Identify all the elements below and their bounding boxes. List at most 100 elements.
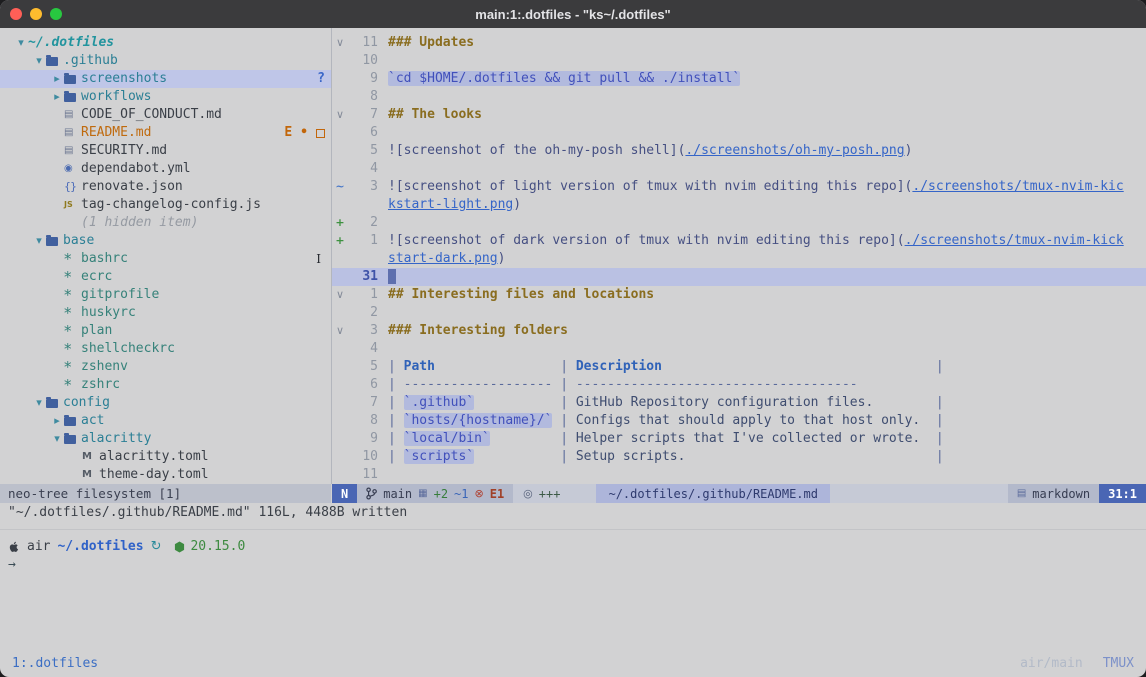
chevron-down-icon[interactable]: ▾ bbox=[50, 430, 64, 448]
tree-item-theme-day-toml[interactable]: Mtheme-day.toml bbox=[0, 466, 331, 484]
editor-line[interactable]: 11 bbox=[332, 466, 1146, 484]
tree-item-alacritty-toml[interactable]: Malacritty.toml bbox=[0, 448, 331, 466]
git-added-sign: + bbox=[332, 232, 348, 250]
tree-item-zshrc[interactable]: *zshrc bbox=[0, 376, 331, 394]
tree-item-ecrc[interactable]: *ecrc bbox=[0, 268, 331, 286]
editor-line[interactable]: 10 bbox=[332, 52, 1146, 70]
extra-status: ◎ +++ bbox=[513, 484, 570, 503]
sign-column bbox=[332, 340, 348, 358]
folder-icon bbox=[46, 399, 58, 408]
tree-item-plan[interactable]: *plan bbox=[0, 322, 331, 340]
tree-item-base[interactable]: ▾base bbox=[0, 232, 331, 250]
editor-line[interactable]: 7| `.github` | GitHub Repository configu… bbox=[332, 394, 1146, 412]
tree-item-readme-md[interactable]: ▤README.mdE• bbox=[0, 124, 331, 142]
editor-line[interactable]: kstart-light.png) bbox=[332, 196, 1146, 214]
expander-spacer bbox=[50, 178, 64, 196]
tree-item-config[interactable]: ▾ config bbox=[0, 394, 331, 412]
text-segment: start-dark.png bbox=[388, 251, 498, 266]
editor-line[interactable]: +2 bbox=[332, 214, 1146, 232]
chevron-down-icon[interactable]: ▾ bbox=[32, 232, 46, 250]
tmux-window-name[interactable]: 1:.dotfiles bbox=[12, 655, 98, 673]
close-button[interactable] bbox=[10, 8, 22, 20]
git-branch-name: main bbox=[383, 485, 412, 503]
tree-item-renovate-json[interactable]: {}renovate.json bbox=[0, 178, 331, 196]
shell-icon: * bbox=[64, 286, 81, 304]
line-number: 1 bbox=[348, 232, 378, 250]
chevron-right-icon[interactable]: ▸ bbox=[50, 70, 64, 88]
editor-line[interactable]: ∨3### Interesting folders bbox=[332, 322, 1146, 340]
text-segment: Setup scripts. bbox=[576, 449, 686, 464]
pane-horizontal-separator[interactable] bbox=[0, 529, 1146, 530]
line-number bbox=[348, 250, 378, 268]
editor-line[interactable]: 9`cd $HOME/.dotfiles && git pull && ./in… bbox=[332, 70, 1146, 88]
prompt-continuation[interactable]: → bbox=[0, 556, 1146, 574]
minimize-button[interactable] bbox=[30, 8, 42, 20]
tree-item-github[interactable]: ▾.github bbox=[0, 52, 331, 70]
line-number: 8 bbox=[348, 412, 378, 430]
editor-line[interactable]: ∨11### Updates bbox=[332, 34, 1146, 52]
editor-line[interactable]: 9| `local/bin` | Helper scripts that I'v… bbox=[332, 430, 1146, 448]
tree-item-dotfiles[interactable]: ▾~/.dotfiles bbox=[0, 34, 331, 52]
text-segment: ------------------- bbox=[404, 377, 561, 392]
editor-line[interactable]: 5| Path | Description | bbox=[332, 358, 1146, 376]
editor-line[interactable]: 8 bbox=[332, 88, 1146, 106]
editor-line[interactable]: 31 bbox=[332, 268, 1146, 286]
text-segment: `cd $HOME/.dotfiles && git pull && ./ins… bbox=[388, 71, 740, 86]
tree-item-shellcheckrc[interactable]: *shellcheckrc bbox=[0, 340, 331, 358]
prompt-path: ~/.dotfiles bbox=[57, 538, 143, 556]
tree-item-screenshots[interactable]: ▸screenshots? bbox=[0, 70, 331, 88]
chevron-right-icon[interactable]: ▸ bbox=[50, 88, 64, 106]
editor-line[interactable]: start-dark.png) bbox=[332, 250, 1146, 268]
shell-pane[interactable]: air ~/.dotfiles ↻ 20.15.0 → bbox=[0, 538, 1146, 574]
diagnostic-badge: E bbox=[284, 124, 292, 142]
text-segment bbox=[474, 449, 560, 464]
window-title: main:1:.dotfiles - "ks~/.dotfiles" bbox=[475, 7, 670, 22]
chevron-down-icon[interactable]: ▾ bbox=[14, 34, 28, 52]
chevron-down-icon[interactable]: ▾ bbox=[32, 52, 46, 70]
statusline: N main ▦ +2 ~1 ⊗ E1 ◎ +++ bbox=[332, 484, 1146, 503]
editor-line[interactable]: 8| `hosts/{hostname}/` | Configs that sh… bbox=[332, 412, 1146, 430]
maximize-button[interactable] bbox=[50, 8, 62, 20]
text-segment: `.github` bbox=[404, 395, 474, 410]
tree-item-code-of-conduct-md[interactable]: ▤CODE_OF_CONDUCT.md bbox=[0, 106, 331, 124]
tree-item-label: (1 hidden item) bbox=[81, 214, 198, 232]
tree-item-bashrc[interactable]: *bashrcI bbox=[0, 250, 331, 268]
editor-line[interactable]: 5![screenshot of the oh-my-posh shell](.… bbox=[332, 142, 1146, 160]
tree-item-dependabot-yml[interactable]: ◉dependabot.yml bbox=[0, 160, 331, 178]
tree-item-act[interactable]: ▸act bbox=[0, 412, 331, 430]
editor-line[interactable]: ∨7## The looks bbox=[332, 106, 1146, 124]
editor-line[interactable]: ∨1## Interesting files and locations bbox=[332, 286, 1146, 304]
line-text: | ------------------- | ----------------… bbox=[388, 376, 858, 394]
tree-item-zshenv[interactable]: *zshenv bbox=[0, 358, 331, 376]
editor-line[interactable]: 10| `scripts` | Setup scripts. | bbox=[332, 448, 1146, 466]
editor-line[interactable]: 6| ------------------- | ---------------… bbox=[332, 376, 1146, 394]
tree-item-label: config bbox=[63, 394, 110, 412]
tree-item-alacritty[interactable]: ▾ alacritty bbox=[0, 430, 331, 448]
editor-line[interactable]: 4 bbox=[332, 340, 1146, 358]
editor-line[interactable]: +1![screenshot of dark version of tmux w… bbox=[332, 232, 1146, 250]
git-status-badge: ? bbox=[317, 70, 325, 88]
tree-item-workflows[interactable]: ▸workflows bbox=[0, 88, 331, 106]
tmux-session-name: air/main bbox=[1020, 655, 1083, 673]
sign-column bbox=[332, 196, 348, 214]
tree-item-gitprofile[interactable]: *gitprofile bbox=[0, 286, 331, 304]
text-segment: Path bbox=[404, 359, 435, 374]
editor-line[interactable]: ~3![screenshot of light version of tmux … bbox=[332, 178, 1146, 196]
tree-item-security-md[interactable]: ▤SECURITY.md bbox=[0, 142, 331, 160]
javascript-icon: JS bbox=[64, 196, 81, 214]
tree-item-1-hidden-item[interactable]: (1 hidden item) bbox=[0, 214, 331, 232]
text-segment: | bbox=[388, 377, 404, 392]
editor-line[interactable]: 2 bbox=[332, 304, 1146, 322]
editor-line[interactable]: 6 bbox=[332, 124, 1146, 142]
editor-line[interactable]: 4 bbox=[332, 160, 1146, 178]
tree-item-label: alacritty bbox=[81, 430, 151, 448]
line-text: ## The looks bbox=[388, 106, 482, 124]
chevron-down-icon[interactable]: ▾ bbox=[32, 394, 46, 412]
tree-item-tag-changelog-config-js[interactable]: JStag-changelog-config.js bbox=[0, 196, 331, 214]
text-segment: `local/bin` bbox=[404, 431, 490, 446]
line-text: ### Updates bbox=[388, 34, 474, 52]
tree-item-huskyrc[interactable]: *huskyrc bbox=[0, 304, 331, 322]
tmux-status-bar: 1:.dotfiles air/main TMUX bbox=[0, 651, 1146, 677]
chevron-right-icon[interactable]: ▸ bbox=[50, 412, 64, 430]
folder-icon bbox=[46, 237, 58, 246]
